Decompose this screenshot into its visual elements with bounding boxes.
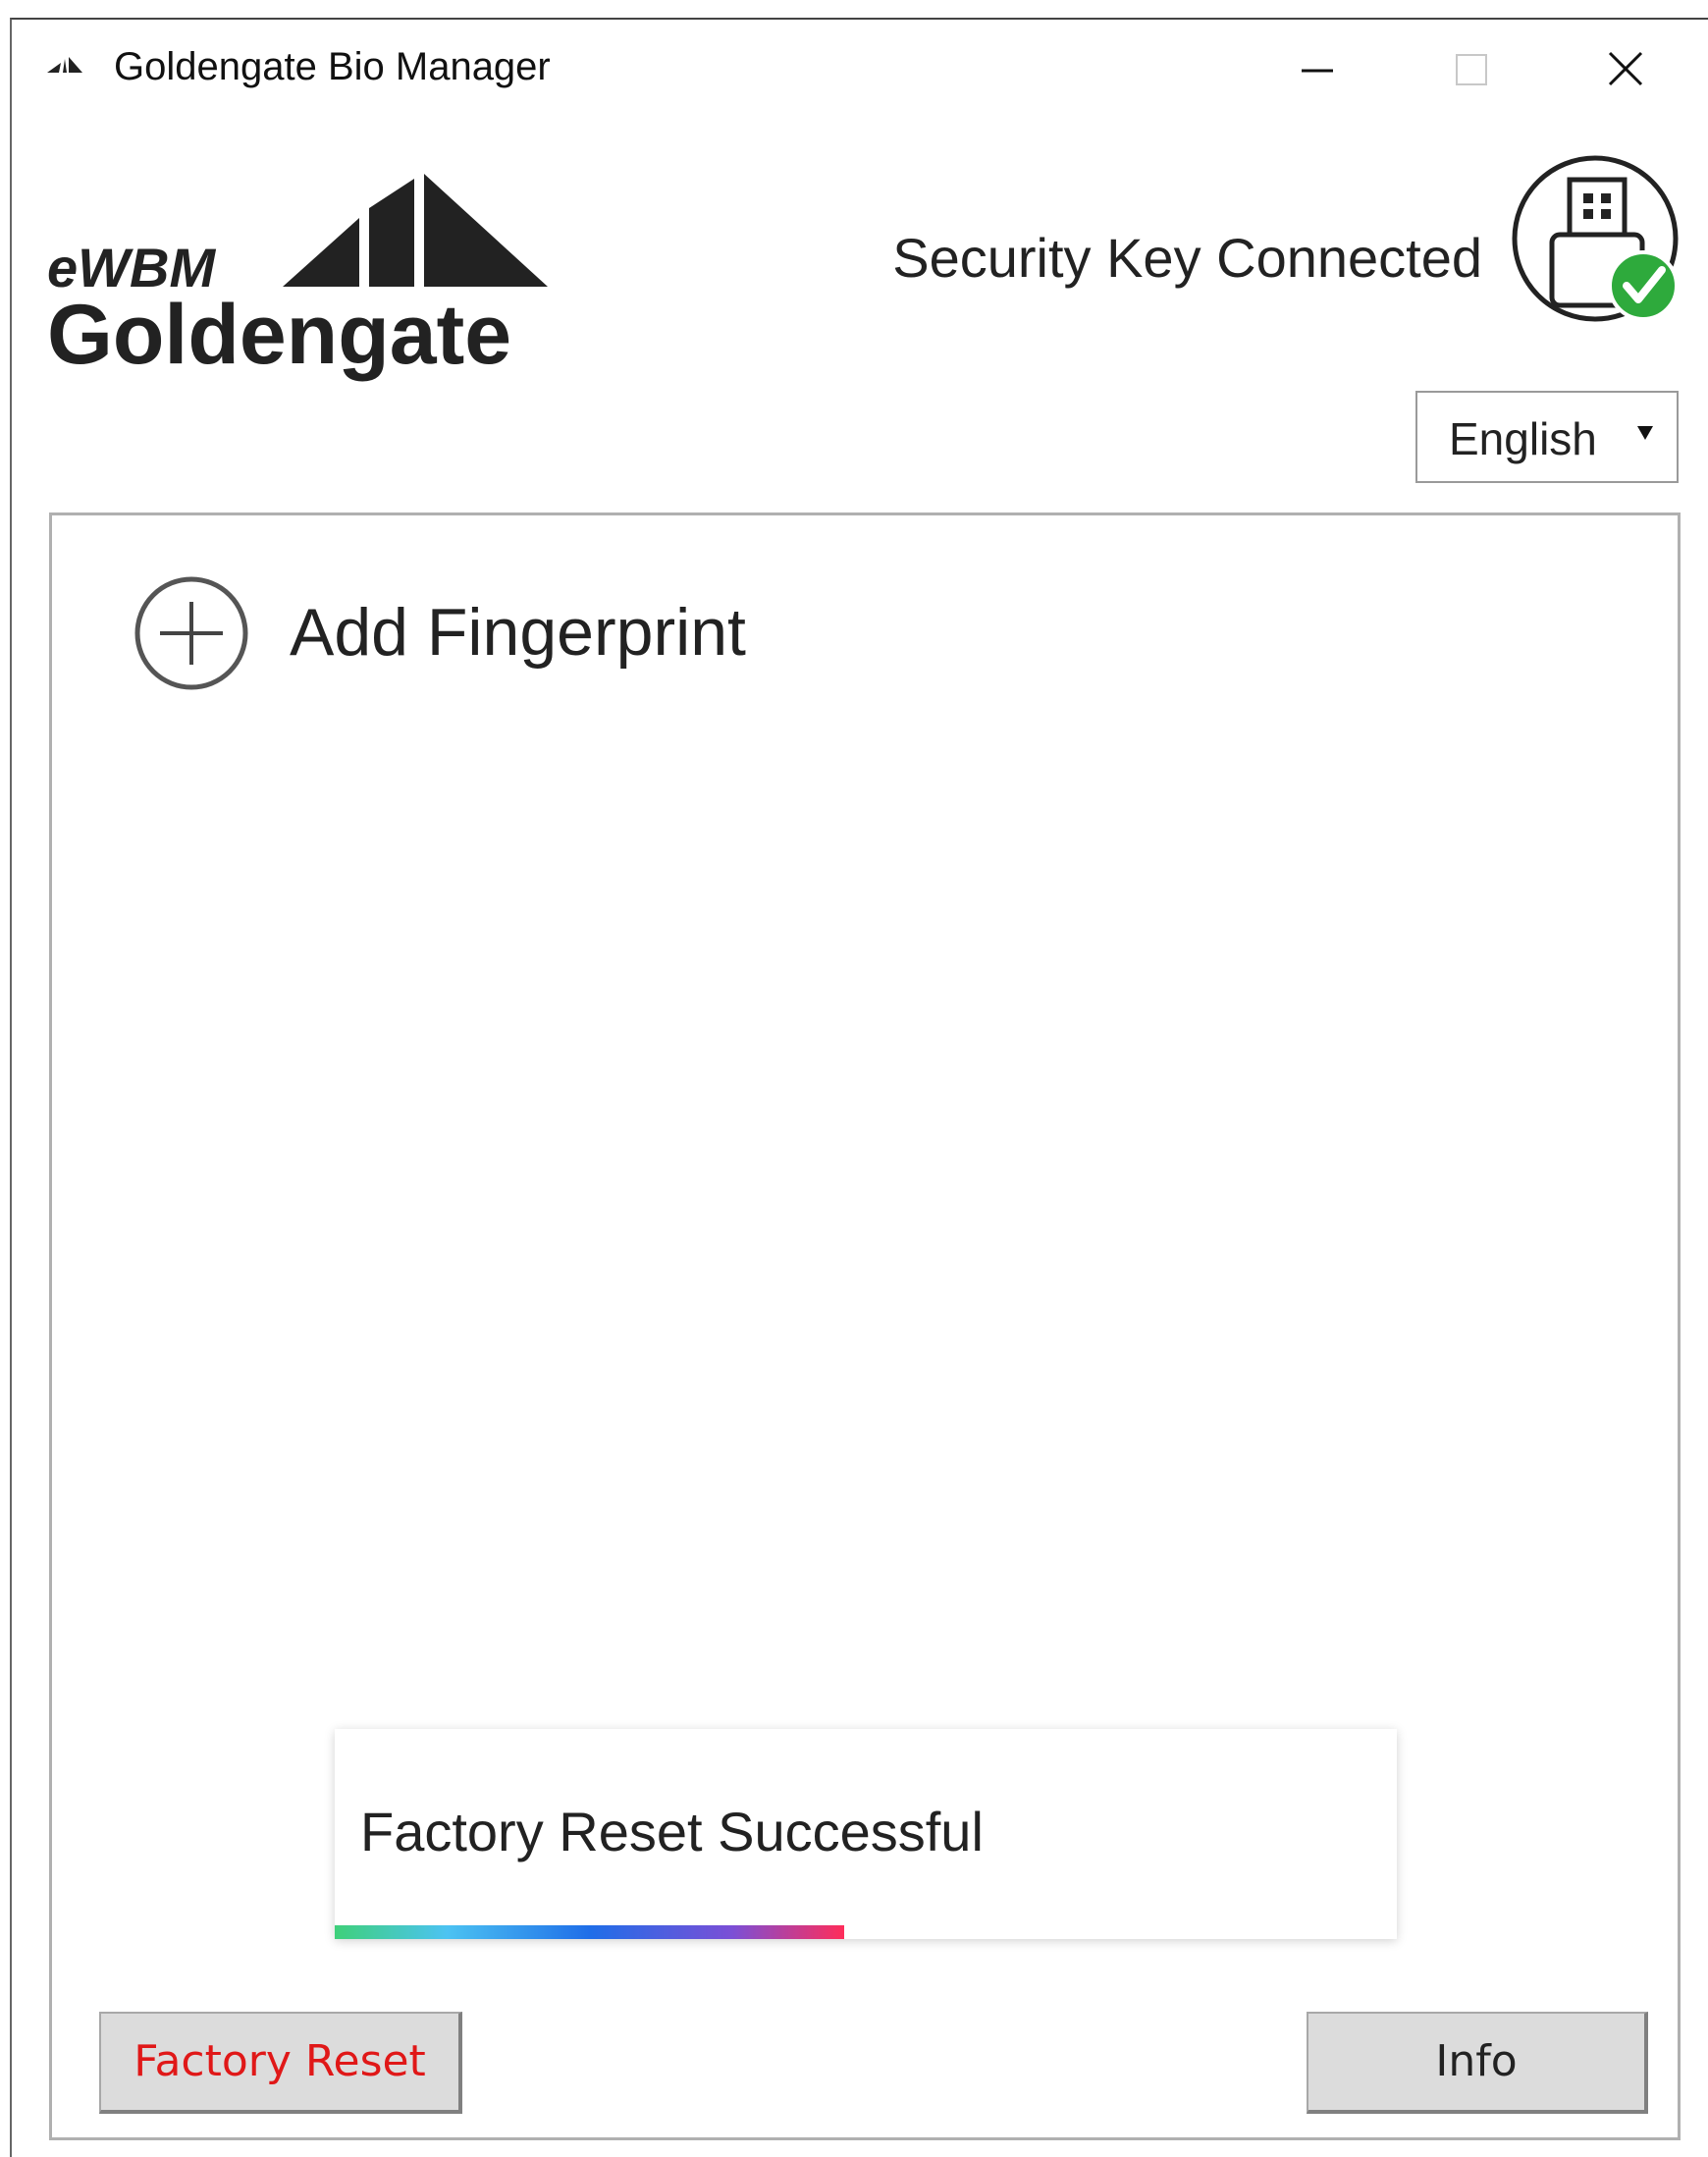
minimize-icon bbox=[1302, 69, 1333, 73]
usb-key-connected-icon bbox=[1509, 152, 1685, 334]
ewbm-goldengate-logo: eWBM Goldengate bbox=[47, 149, 577, 400]
maximize-icon bbox=[1456, 54, 1487, 85]
window-title: Goldengate Bio Manager bbox=[114, 45, 551, 88]
goldengate-mini-icon bbox=[45, 53, 84, 81]
language-select[interactable]: English bbox=[1415, 391, 1679, 483]
close-icon bbox=[1608, 51, 1643, 86]
dropdown-arrow-icon bbox=[1633, 420, 1657, 449]
toast-progress-track bbox=[335, 1925, 1397, 1939]
toast-notification: Factory Reset Successful bbox=[335, 1729, 1397, 1939]
info-button[interactable]: Info bbox=[1307, 2012, 1648, 2114]
connection-status: Security Key Connected bbox=[892, 227, 1482, 289]
maximize-button[interactable] bbox=[1431, 39, 1510, 98]
svg-text:Goldengate: Goldengate bbox=[47, 288, 511, 382]
app-window: Goldengate Bio Manager eWBM Goldengate S… bbox=[10, 18, 1708, 2157]
toast-progress-bar bbox=[335, 1925, 845, 1939]
fingerprint-list-panel: Add Fingerprint Factory Reset Successful… bbox=[49, 512, 1681, 2140]
minimize-button[interactable] bbox=[1278, 39, 1357, 98]
factory-reset-button[interactable]: Factory Reset bbox=[99, 2012, 462, 2114]
title-bar[interactable]: Goldengate Bio Manager bbox=[12, 20, 1708, 118]
plus-circle-icon bbox=[133, 574, 254, 701]
add-fingerprint-label: Add Fingerprint bbox=[290, 595, 746, 670]
toast-message: Factory Reset Successful bbox=[360, 1801, 984, 1862]
language-selected-value: English bbox=[1449, 413, 1597, 464]
add-fingerprint-button[interactable]: Add Fingerprint bbox=[133, 574, 780, 692]
close-button[interactable] bbox=[1586, 39, 1665, 98]
